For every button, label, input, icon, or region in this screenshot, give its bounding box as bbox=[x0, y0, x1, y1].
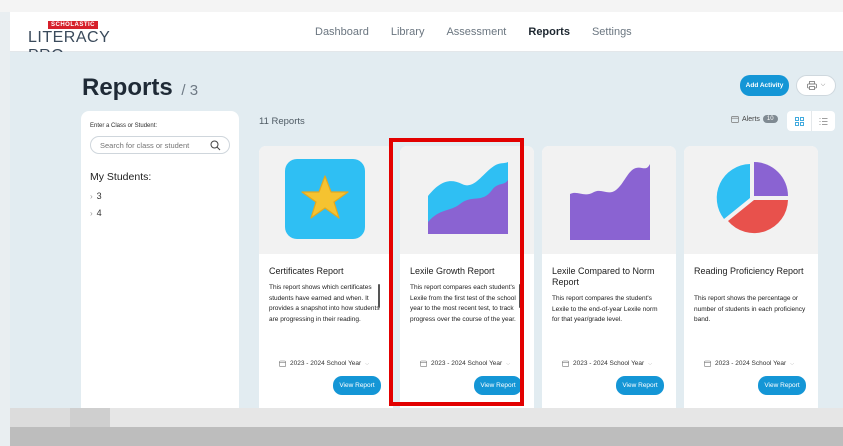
alerts-label: Alerts bbox=[742, 115, 760, 123]
chevron-right-icon: › bbox=[90, 191, 93, 201]
grid-icon bbox=[794, 116, 804, 126]
view-report-button[interactable]: View Report bbox=[758, 376, 806, 395]
view-report-button[interactable]: View Report bbox=[616, 376, 664, 395]
card-image-area bbox=[542, 146, 676, 254]
chevron-down-icon: ⌵ bbox=[365, 360, 369, 367]
card-image-area bbox=[259, 146, 393, 254]
description-scrollbar[interactable] bbox=[378, 284, 380, 308]
my-students-heading: My Students: bbox=[90, 171, 152, 183]
card-description: This report shows the percentage or numb… bbox=[694, 295, 806, 323]
chevron-down-icon: ⌵ bbox=[820, 82, 826, 88]
blur-segment bbox=[70, 408, 110, 427]
school-year-select[interactable]: 2023 - 2024 School Year ⌵ bbox=[562, 360, 652, 367]
page-title: Reports / 3 bbox=[82, 74, 198, 102]
nav-settings[interactable]: Settings bbox=[592, 12, 632, 52]
report-card-certificates[interactable]: Certificates Report This report shows wh… bbox=[259, 146, 393, 412]
add-activity-button[interactable]: Add Activity bbox=[740, 75, 789, 96]
nav-reports[interactable]: Reports bbox=[528, 12, 570, 52]
reports-count: 11 Reports bbox=[259, 116, 305, 127]
report-card-reading-proficiency[interactable]: Reading Proficiency Report This report s… bbox=[684, 146, 818, 412]
view-report-button[interactable]: View Report bbox=[333, 376, 381, 395]
card-description: This report compares the student's Lexil… bbox=[552, 295, 658, 323]
logo-brand-tag: SCHOLASTIC bbox=[48, 21, 98, 29]
nav-assessment[interactable]: Assessment bbox=[446, 12, 506, 52]
printer-icon bbox=[806, 81, 817, 90]
blurred-bottom-area bbox=[10, 408, 843, 446]
school-year-value: 2023 - 2024 School Year bbox=[573, 360, 645, 367]
class-student-label: Enter a Class or Student: bbox=[90, 123, 158, 129]
card-title: Lexile Compared to Norm Report bbox=[552, 266, 655, 287]
blur-segment bbox=[10, 408, 70, 427]
page-title-count: / 3 bbox=[181, 82, 199, 99]
nav-dashboard[interactable]: Dashboard bbox=[315, 12, 369, 52]
school-year-select[interactable]: 2023 - 2024 School Year ⌵ bbox=[704, 360, 794, 367]
student-group-item[interactable]: › 3 bbox=[90, 191, 102, 201]
chevron-right-icon: › bbox=[90, 208, 93, 218]
literacy-pro-logo[interactable]: SCHOLASTIC LITERACY PRO bbox=[28, 21, 138, 64]
school-year-select[interactable]: 2023 - 2024 School Year ⌵ bbox=[279, 360, 369, 367]
school-year-value: 2023 - 2024 School Year bbox=[715, 360, 787, 367]
chevron-down-icon: ⌵ bbox=[648, 360, 652, 367]
alerts-button[interactable]: Alerts 10 bbox=[731, 115, 778, 123]
blur-segment bbox=[110, 408, 843, 427]
pie-chart-icon bbox=[716, 162, 788, 234]
student-group-item[interactable]: › 4 bbox=[90, 208, 102, 218]
main-nav: Dashboard Library Assessment Reports Set… bbox=[315, 12, 654, 52]
report-card-lexile-norm[interactable]: Lexile Compared to Norm Report This repo… bbox=[542, 146, 676, 412]
student-group-label: 3 bbox=[96, 191, 102, 201]
search-field[interactable] bbox=[90, 136, 230, 154]
area-chart-icon bbox=[570, 164, 650, 240]
grid-view-button[interactable] bbox=[787, 111, 811, 131]
print-menu-button[interactable]: ⌵ bbox=[796, 75, 836, 96]
alerts-count-badge: 10 bbox=[762, 115, 778, 123]
view-toggle bbox=[787, 111, 835, 131]
card-title: Certificates Report bbox=[269, 266, 344, 276]
search-icon[interactable] bbox=[210, 140, 221, 151]
card-description: This report shows which certificates stu… bbox=[269, 284, 380, 323]
chevron-down-icon: ⌵ bbox=[790, 360, 794, 367]
calendar-alert-icon bbox=[731, 116, 739, 123]
calendar-icon bbox=[562, 360, 569, 367]
top-navbar: SCHOLASTIC LITERACY PRO Dashboard Librar… bbox=[10, 12, 843, 64]
card-image-area bbox=[684, 146, 818, 254]
card-title: Reading Proficiency Report bbox=[694, 266, 804, 276]
list-view-button[interactable] bbox=[811, 111, 835, 131]
student-filter-panel: Enter a Class or Student: My Students: ›… bbox=[81, 111, 239, 412]
school-year-value: 2023 - 2024 School Year bbox=[290, 360, 362, 367]
highlight-box bbox=[389, 138, 524, 406]
nav-library[interactable]: Library bbox=[391, 12, 425, 52]
browser-top-strip bbox=[0, 0, 843, 12]
student-group-label: 4 bbox=[96, 208, 102, 218]
search-input[interactable] bbox=[100, 140, 205, 151]
page-title-text: Reports bbox=[82, 74, 173, 101]
list-icon bbox=[819, 117, 828, 125]
calendar-icon bbox=[279, 360, 286, 367]
star-certificate-icon bbox=[285, 159, 365, 239]
calendar-icon bbox=[704, 360, 711, 367]
